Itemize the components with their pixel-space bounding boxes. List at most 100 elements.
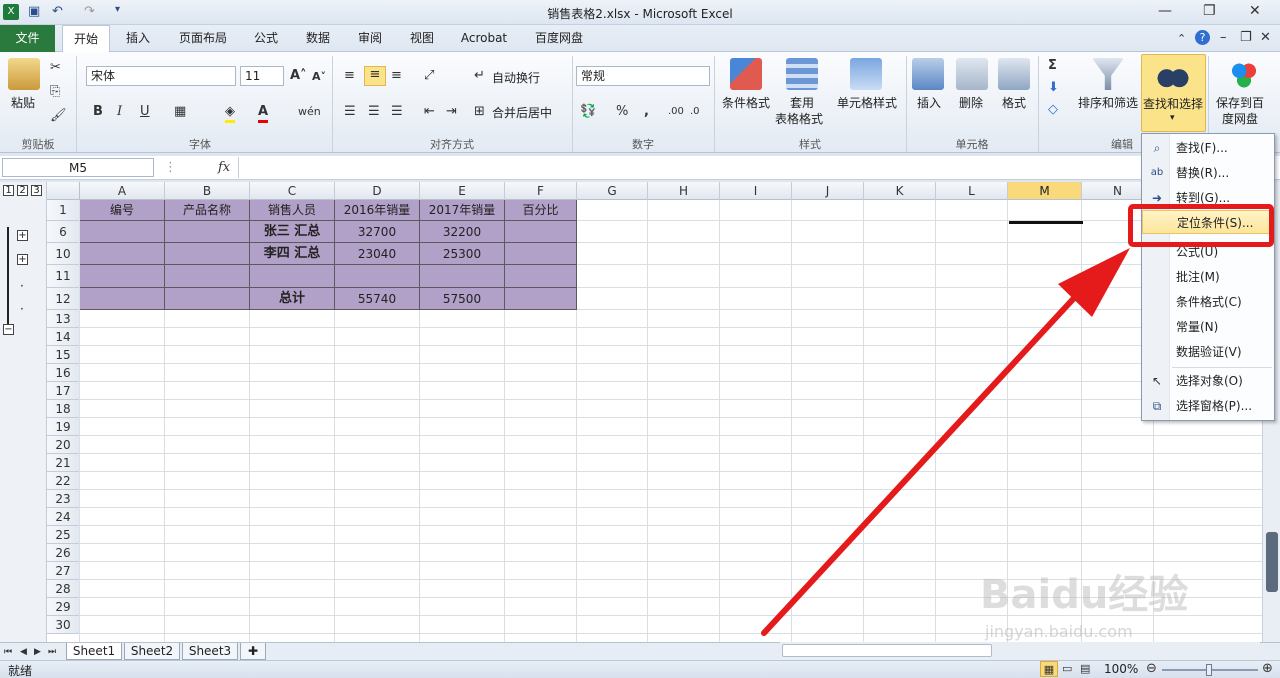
tab-baidu[interactable]: 百度网盘 [526,25,592,52]
wrap-text-icon[interactable]: ↵ [474,68,485,84]
zoom-slider-thumb[interactable] [1206,664,1212,676]
baidu-cloud-icon[interactable] [1228,58,1260,90]
wrap-text-button[interactable]: 自动换行 [492,69,540,86]
paste-icon[interactable] [8,58,40,90]
tab-home[interactable]: 开始 [62,25,110,53]
phonetic-icon[interactable]: wén [298,104,321,120]
align-middle-icon[interactable]: ≡ [364,66,386,86]
cell-styles-button[interactable]: 单元格样式 [837,94,897,111]
bold-button[interactable]: B [93,104,103,120]
align-center-icon[interactable]: ☰ [368,104,380,120]
format-cells-button[interactable]: 格式 [1002,94,1026,111]
tab-acrobat[interactable]: Acrobat [452,25,516,52]
help-icon[interactable]: ? [1195,30,1210,45]
menu-item-selection-pane[interactable]: ⧉ 选择窗格(P)... [1142,394,1274,418]
sort-filter-icon[interactable] [1092,58,1124,90]
orientation-icon[interactable]: ⤢ [424,68,434,84]
name-box[interactable]: M5 [2,158,154,177]
font-color-icon[interactable]: A [258,104,269,123]
vertical-scroll-thumb[interactable] [1266,532,1278,592]
menu-item-select-objects[interactable]: ↖ 选择对象(O) [1142,369,1274,393]
doc-close-icon[interactable]: ✕ [1260,30,1271,46]
increase-indent-icon[interactable]: ⇥ [446,104,457,120]
zoom-level[interactable]: 100% [1104,662,1138,676]
tab-view[interactable]: 视图 [400,25,444,52]
table-format-label-2[interactable]: 表格格式 [775,110,823,127]
tab-review[interactable]: 审阅 [348,25,392,52]
menu-item-conditional-format[interactable]: 条件格式(C) [1142,290,1274,314]
align-left-icon[interactable]: ☰ [344,104,356,120]
new-sheet-icon[interactable]: ✚ [240,643,266,660]
tab-formulas[interactable]: 公式 [244,25,288,52]
autosum-button[interactable]: Σ [1048,58,1057,74]
tab-insert[interactable]: 插入 [116,25,160,52]
restore-icon[interactable]: ❐ [1203,3,1216,19]
menu-item-replace[interactable]: ab 替换(R)... [1142,161,1274,185]
menu-item-comments[interactable]: 批注(M) [1142,265,1274,289]
shrink-font-icon[interactable]: A˅ [312,69,326,85]
tab-page-layout[interactable]: 页面布局 [170,25,236,52]
table-format-icon[interactable] [786,58,818,90]
sheet-tab-1[interactable]: Sheet1 [66,643,122,660]
decrease-decimal-icon[interactable]: .0 [690,104,700,120]
underline-button[interactable]: U [140,104,150,120]
align-bottom-icon[interactable]: ≡ [391,68,402,84]
menu-item-find[interactable]: ⌕ 查找(F)... [1142,136,1274,160]
close-icon[interactable]: ✕ [1249,3,1261,19]
align-right-icon[interactable]: ☰ [391,104,403,120]
sort-filter-button[interactable]: 排序和筛选 [1078,94,1138,111]
align-top-icon[interactable]: ≡ [344,68,355,84]
doc-minimize-icon[interactable]: – [1220,30,1227,46]
cut-icon[interactable]: ✂ [50,60,61,76]
sheet-tab-2[interactable]: Sheet2 [124,643,180,660]
zoom-in-icon[interactable]: ⊕ [1262,661,1273,677]
merge-center-button[interactable]: 合并后居中 [492,104,552,121]
menu-item-data-validation[interactable]: 数据验证(V) [1142,340,1274,364]
table-format-label-1[interactable]: 套用 [790,94,814,111]
cell-styles-icon[interactable] [850,58,882,90]
font-size-select[interactable]: 11 [240,66,284,86]
delete-cells-icon[interactable] [956,58,988,90]
percent-button[interactable]: % [616,104,628,120]
copy-icon[interactable]: ⎘ [50,84,60,100]
delete-cells-button[interactable]: 删除 [959,94,983,111]
increase-decimal-icon[interactable]: .00 [668,104,684,120]
tab-data[interactable]: 数据 [296,25,340,52]
font-name-select[interactable]: 宋体 [86,66,236,86]
last-sheet-icon[interactable]: ⏭ [48,644,56,660]
format-painter-icon[interactable]: 🖌 [50,108,67,124]
tab-file[interactable]: 文件 [0,25,55,52]
save-baidu-label-1[interactable]: 保存到百 [1216,94,1264,111]
decrease-indent-icon[interactable]: ⇤ [424,104,435,120]
doc-restore-icon[interactable]: ❐ [1240,30,1252,46]
page-break-view-icon[interactable]: ▤ [1080,661,1090,677]
italic-button[interactable]: I [117,104,122,120]
conditional-format-icon[interactable] [730,58,762,90]
prev-sheet-icon[interactable]: ◀ [20,644,27,660]
paste-button[interactable]: 粘贴 [11,94,35,111]
border-icon[interactable]: ▦ [174,104,186,120]
insert-cells-icon[interactable] [912,58,944,90]
number-format-select[interactable]: 常规 [576,66,710,86]
fill-icon[interactable]: ⬇ [1048,80,1059,96]
grow-font-icon[interactable]: A˄ [290,68,307,84]
normal-view-icon[interactable]: ▦ [1040,661,1058,677]
formula-input[interactable] [238,157,1278,178]
page-layout-view-icon[interactable]: ▭ [1062,661,1072,677]
collapse-ribbon-icon[interactable]: ⌃ [1177,31,1186,47]
currency-icon[interactable]: 💱 [580,104,596,120]
find-select-button[interactable]: 查找和选择 ▾ [1141,54,1206,132]
minimize-icon[interactable]: — [1158,3,1172,19]
insert-function-button[interactable]: fx [218,160,230,176]
comma-button[interactable]: , [644,104,649,120]
sheet-tab-3[interactable]: Sheet3 [182,643,238,660]
first-sheet-icon[interactable]: ⏮ [4,644,12,660]
next-sheet-icon[interactable]: ▶ [34,644,41,660]
zoom-out-icon[interactable]: ⊖ [1146,661,1157,677]
horizontal-scrollbar[interactable] [780,642,1260,659]
conditional-format-button[interactable]: 条件格式 [722,94,770,111]
merge-icon[interactable]: ⊞ [474,104,485,120]
clear-icon[interactable]: ◇ [1048,102,1058,118]
worksheet-grid[interactable]: 1 2 3 + + · · − ABCDEFGHIJKLMN 1 6 10 11 12 1… [0,182,1280,642]
save-baidu-label-2[interactable]: 度网盘 [1222,110,1258,127]
